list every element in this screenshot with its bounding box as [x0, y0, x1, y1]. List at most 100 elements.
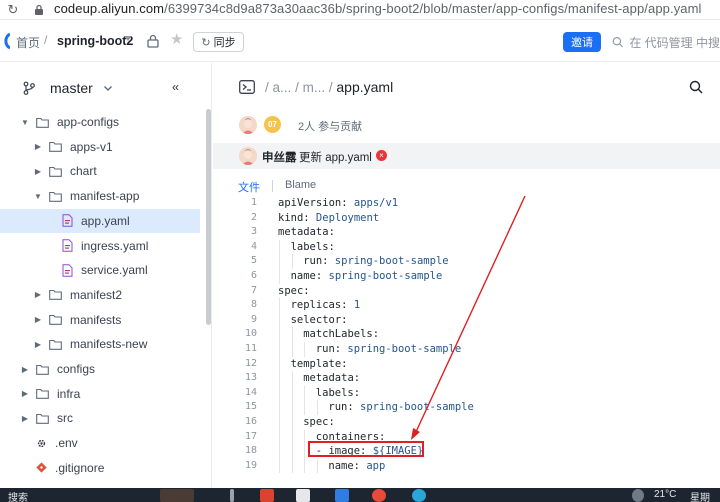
code-view[interactable]: 1 apiVersion: apps/v1 2 kind: Deployment 3 me…: [213, 196, 720, 488]
reload-icon[interactable]: ↻: [6, 3, 20, 17]
caret-right-icon[interactable]: ▶: [33, 142, 43, 152]
caret-right-icon[interactable]: ▶: [33, 290, 43, 300]
indent-guide: [316, 400, 318, 415]
tree-folder[interactable]: ▶ src: [0, 406, 200, 430]
line-number[interactable]: 7: [213, 284, 257, 299]
caret-down-icon[interactable]: ▼: [33, 191, 43, 201]
browser-url-bar[interactable]: ↻ codeup.aliyun.com/6399734c8d9a873a30aa…: [0, 0, 720, 20]
tree-file[interactable]: ingress.yaml: [0, 234, 200, 258]
breadcrumb-home[interactable]: 首页: [16, 34, 40, 51]
tree-item-label: ingress.yaml: [81, 238, 149, 253]
tab-blame[interactable]: Blame: [285, 179, 316, 191]
url-text[interactable]: codeup.aliyun.com/6399734c8d9a873a30aac3…: [54, 1, 702, 17]
line-number[interactable]: 18: [213, 444, 257, 459]
indent-guide: [304, 400, 306, 415]
tree-folder[interactable]: ▶ configs: [0, 357, 200, 381]
caret-right-icon[interactable]: ▶: [20, 389, 30, 399]
taskbar-edge-icon[interactable]: [412, 489, 426, 502]
line-number[interactable]: 8: [213, 298, 257, 313]
yaml-key: spec:: [278, 284, 310, 297]
line-number[interactable]: 6: [213, 269, 257, 284]
star-icon[interactable]: ★: [170, 32, 183, 48]
terminal-icon[interactable]: [239, 80, 255, 94]
tree-folder[interactable]: ▶ chart: [0, 159, 200, 183]
folder-icon: [49, 290, 62, 301]
line-number[interactable]: 17: [213, 430, 257, 445]
caret-down-icon[interactable]: ▼: [20, 117, 30, 127]
yaml-key: containers:: [315, 430, 386, 443]
line-number[interactable]: 12: [213, 357, 257, 372]
tree-file[interactable]: .env: [0, 431, 200, 455]
line-number[interactable]: 10: [213, 327, 257, 342]
yaml-key: run:: [328, 401, 354, 414]
line-number[interactable]: 19: [213, 459, 257, 474]
tree-file[interactable]: app.yaml: [0, 208, 200, 233]
line-number[interactable]: 15: [213, 400, 257, 415]
weather-icon[interactable]: [632, 489, 644, 502]
code-text: replicas: 1: [291, 298, 361, 313]
contributors-count[interactable]: 2人 参与贡献: [298, 118, 362, 134]
line-number[interactable]: 2: [213, 211, 257, 226]
sync-button[interactable]: ↻ 同步: [193, 32, 244, 52]
brand-logo-icon[interactable]: [0, 32, 10, 50]
line-number[interactable]: 1: [213, 196, 257, 211]
taskbar-app-icon[interactable]: [260, 489, 274, 502]
tree-item-label: service.yaml: [81, 263, 148, 278]
line-number[interactable]: 11: [213, 342, 257, 357]
taskbar-divider: [230, 489, 234, 502]
taskbar-clock[interactable]: 星期: [690, 489, 710, 502]
line-number[interactable]: 4: [213, 240, 257, 255]
path-part-app-configs[interactable]: a...: [273, 80, 292, 95]
tree-folder[interactable]: ▶ apps-v1: [0, 135, 200, 159]
private-lock-icon[interactable]: [147, 34, 159, 48]
tree-folder[interactable]: ▶ manifest2: [0, 283, 200, 307]
breadcrumb-repo[interactable]: spring-boot2: [57, 34, 133, 48]
pipeline-failed-icon[interactable]: ×: [376, 150, 387, 161]
file-search-icon[interactable]: [689, 80, 703, 94]
invite-button[interactable]: 邀请: [563, 32, 601, 52]
line-number[interactable]: 5: [213, 254, 257, 269]
taskbar-app-icon[interactable]: [335, 489, 349, 502]
tree-item-label: src: [57, 411, 73, 426]
folder-icon: [49, 191, 62, 202]
line-number[interactable]: 9: [213, 313, 257, 328]
url-host: codeup.aliyun.com: [54, 1, 165, 16]
tree-folder[interactable]: ▶ manifests: [0, 308, 200, 332]
line-number[interactable]: 13: [213, 371, 257, 386]
yaml-key: replicas:: [290, 299, 348, 312]
caret-right-icon[interactable]: ▶: [33, 315, 43, 325]
caret-right-icon[interactable]: ▶: [20, 364, 30, 374]
line-number[interactable]: 16: [213, 415, 257, 430]
caret-right-icon[interactable]: ▶: [33, 166, 43, 176]
taskbar-widget[interactable]: [160, 489, 194, 502]
avatar[interactable]: [239, 116, 257, 134]
repo-dropdown-icon[interactable]: [124, 36, 132, 41]
tree-file[interactable]: .gitignore: [0, 456, 200, 480]
sidebar-scrollbar[interactable]: [206, 109, 211, 325]
tree-folder[interactable]: ▼ app-configs: [0, 110, 200, 134]
branch-selector[interactable]: master: [22, 77, 113, 99]
taskbar-chrome-icon[interactable]: [372, 489, 386, 502]
collapse-sidebar-icon[interactable]: ‹‹: [172, 80, 179, 94]
caret-right-icon[interactable]: ▶: [33, 339, 43, 349]
yaml-key: labels:: [290, 240, 335, 253]
taskbar-search[interactable]: 搜索: [8, 489, 28, 502]
tree-folder[interactable]: ▶ infra: [0, 382, 200, 406]
contributor-badge[interactable]: 07: [264, 116, 281, 133]
code-text: apiVersion: apps/v1: [278, 196, 398, 211]
line-number[interactable]: 14: [213, 386, 257, 401]
taskbar-weather[interactable]: 21°C: [654, 489, 676, 500]
global-search[interactable]: 在 代码管理 中搜: [612, 32, 720, 52]
commit-message[interactable]: 更新 app.yaml: [299, 149, 372, 165]
line-number[interactable]: 3: [213, 225, 257, 240]
path-part-manifest-app[interactable]: m...: [303, 80, 326, 95]
tree-file[interactable]: service.yaml: [0, 258, 200, 282]
caret-right-icon[interactable]: ▶: [20, 413, 30, 423]
latest-commit[interactable]: 申丝露 更新 app.yaml ×: [213, 143, 720, 169]
tree-folder[interactable]: ▶ manifests-new: [0, 332, 200, 356]
indent-guide: [279, 356, 280, 372]
code-line: 16 spec:: [213, 415, 720, 430]
tab-file[interactable]: 文件: [238, 179, 260, 195]
tree-folder[interactable]: ▼ manifest-app: [0, 184, 200, 208]
taskbar-app-icon[interactable]: [296, 489, 310, 502]
